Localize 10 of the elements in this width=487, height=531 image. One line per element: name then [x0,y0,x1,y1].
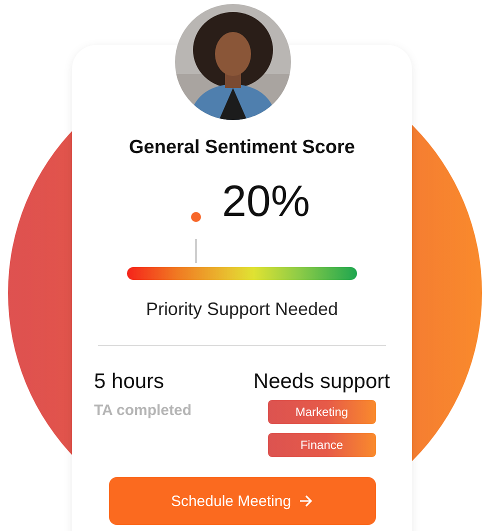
status-text: Priority Support Needed [146,298,338,321]
department-tag: Finance [268,433,376,457]
support-heading: Needs support [253,369,390,395]
department-tag: Marketing [268,400,376,424]
hours-value: 5 hours [94,369,164,395]
schedule-meeting-button[interactable]: Schedule Meeting [108,477,376,525]
card-title: General Sentiment Score [129,136,355,160]
hours-label: TA completed [94,402,192,419]
score-value: 20% [222,177,310,227]
arrow-right-icon [299,495,314,507]
